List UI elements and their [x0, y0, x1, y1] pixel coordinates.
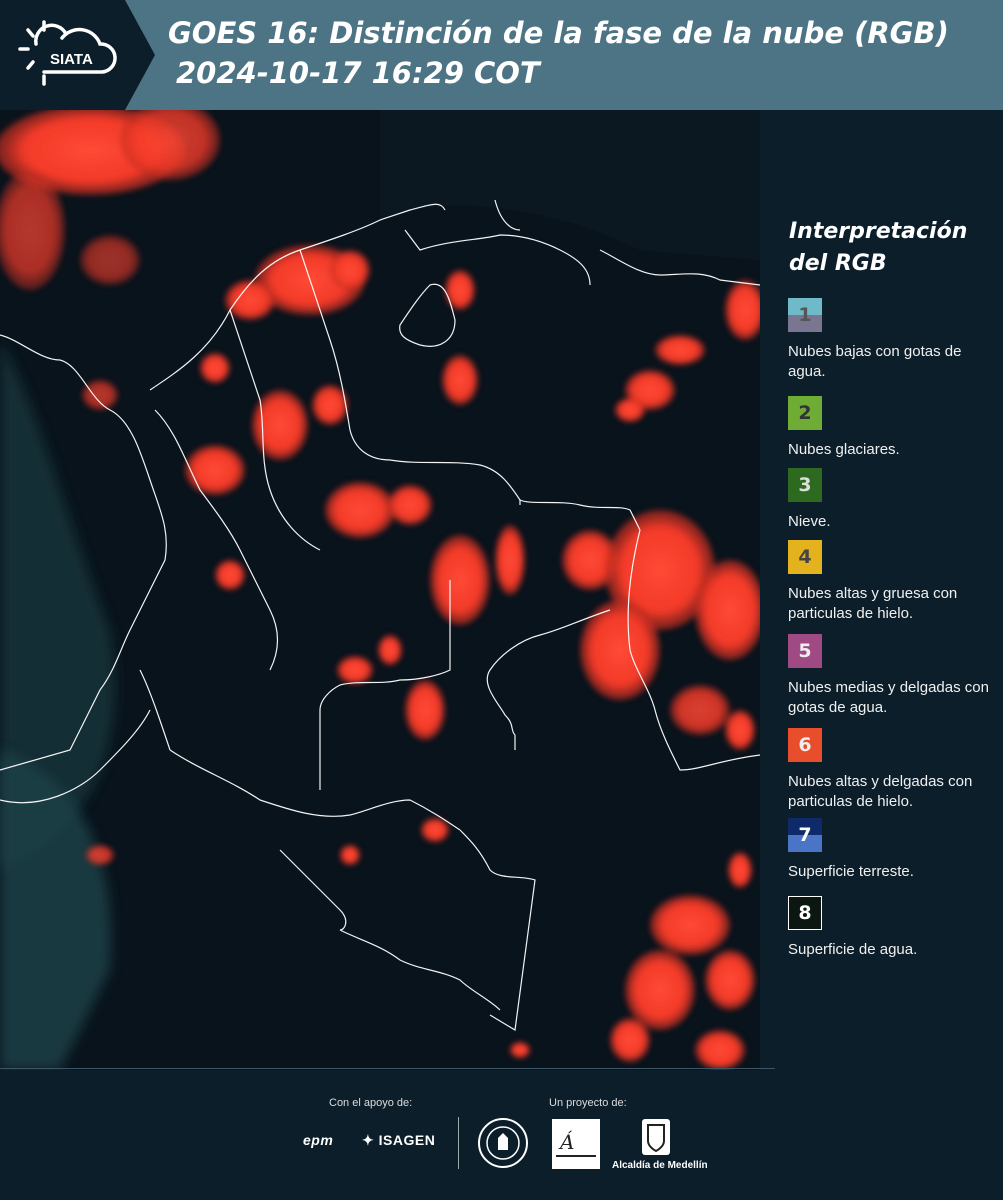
- legend-label-8: Superficie de agua.: [788, 941, 918, 958]
- legend-label-6: Nubes altas y delgadas con particulas de…: [788, 773, 973, 810]
- legend-item-5: 5 Nubes medias y delgadas con gotas de a…: [788, 634, 1003, 718]
- footer-vertical-divider: [458, 1117, 459, 1169]
- legend-swatch-8: 8: [788, 896, 822, 930]
- legend-item-2: 2 Nubes glaciares.: [788, 396, 1003, 460]
- medellin-seal-icon: [478, 1118, 528, 1168]
- legend-item-8: 8 Superficie de agua.: [788, 896, 1003, 960]
- timestamp: 2024-10-17 16:29 COT: [176, 56, 540, 90]
- legend-swatch-4: 4: [788, 540, 822, 574]
- alcaldia-crest-icon: [642, 1119, 670, 1155]
- legend-swatch-3: 3: [788, 468, 822, 502]
- page-title: GOES 16: Distinción de la fase de la nub…: [168, 16, 949, 50]
- legend-panel: Interpretación del RGB 1 Nubes bajas con…: [760, 110, 1003, 1070]
- isagen-logo: ✦ ISAGEN: [362, 1132, 435, 1149]
- legend-label-3: Nieve.: [788, 513, 831, 530]
- legend-label-5: Nubes medias y delgadas con gotas de agu…: [788, 679, 989, 716]
- isagen-icon: ✦: [362, 1132, 375, 1148]
- footer-divider: [0, 1068, 775, 1069]
- support-label: Con el apoyo de:: [329, 1097, 413, 1109]
- legend-item-3: 3 Nieve.: [788, 468, 1003, 532]
- epm-logo: epm: [303, 1132, 334, 1148]
- legend-label-1: Nubes bajas con gotas de agua.: [788, 343, 962, 380]
- legend-label-7: Superficie terreste.: [788, 863, 914, 880]
- satellite-map: [0, 110, 760, 1070]
- legend-item-4: 4 Nubes altas y gruesa con particulas de…: [788, 540, 1003, 624]
- legend-label-4: Nubes altas y gruesa con particulas de h…: [788, 585, 958, 622]
- svg-text:Á: Á: [558, 1130, 574, 1154]
- legend-swatch-1: 1: [788, 298, 822, 332]
- legend-item-7: 7 Superficie terreste.: [788, 818, 1003, 882]
- isagen-text: ISAGEN: [378, 1132, 436, 1148]
- legend-item-6: 6 Nubes altas y delgadas con particulas …: [788, 728, 1003, 812]
- alcaldia-label: Alcaldía de Medellín: [612, 1160, 708, 1171]
- project-label: Un proyecto de:: [549, 1097, 627, 1109]
- siata-logo: SIATA: [18, 20, 117, 86]
- legend-swatch-5: 5: [788, 634, 822, 668]
- legend-swatch-6: 6: [788, 728, 822, 762]
- area-metropolitana-logo: Á: [552, 1119, 600, 1169]
- logo-arrow: [125, 0, 155, 110]
- legend-title: Interpretación del RGB: [789, 219, 968, 276]
- legend-label-2: Nubes glaciares.: [788, 441, 900, 458]
- legend-swatch-2: 2: [788, 396, 822, 430]
- map-canvas: [0, 110, 760, 1070]
- svg-text:SIATA: SIATA: [50, 51, 93, 68]
- header-bar: SIATA GOES 16: Distinción de la fase de …: [0, 0, 1003, 110]
- legend-swatch-7: 7: [788, 818, 822, 852]
- legend-item-1: 1 Nubes bajas con gotas de agua.: [788, 298, 1003, 382]
